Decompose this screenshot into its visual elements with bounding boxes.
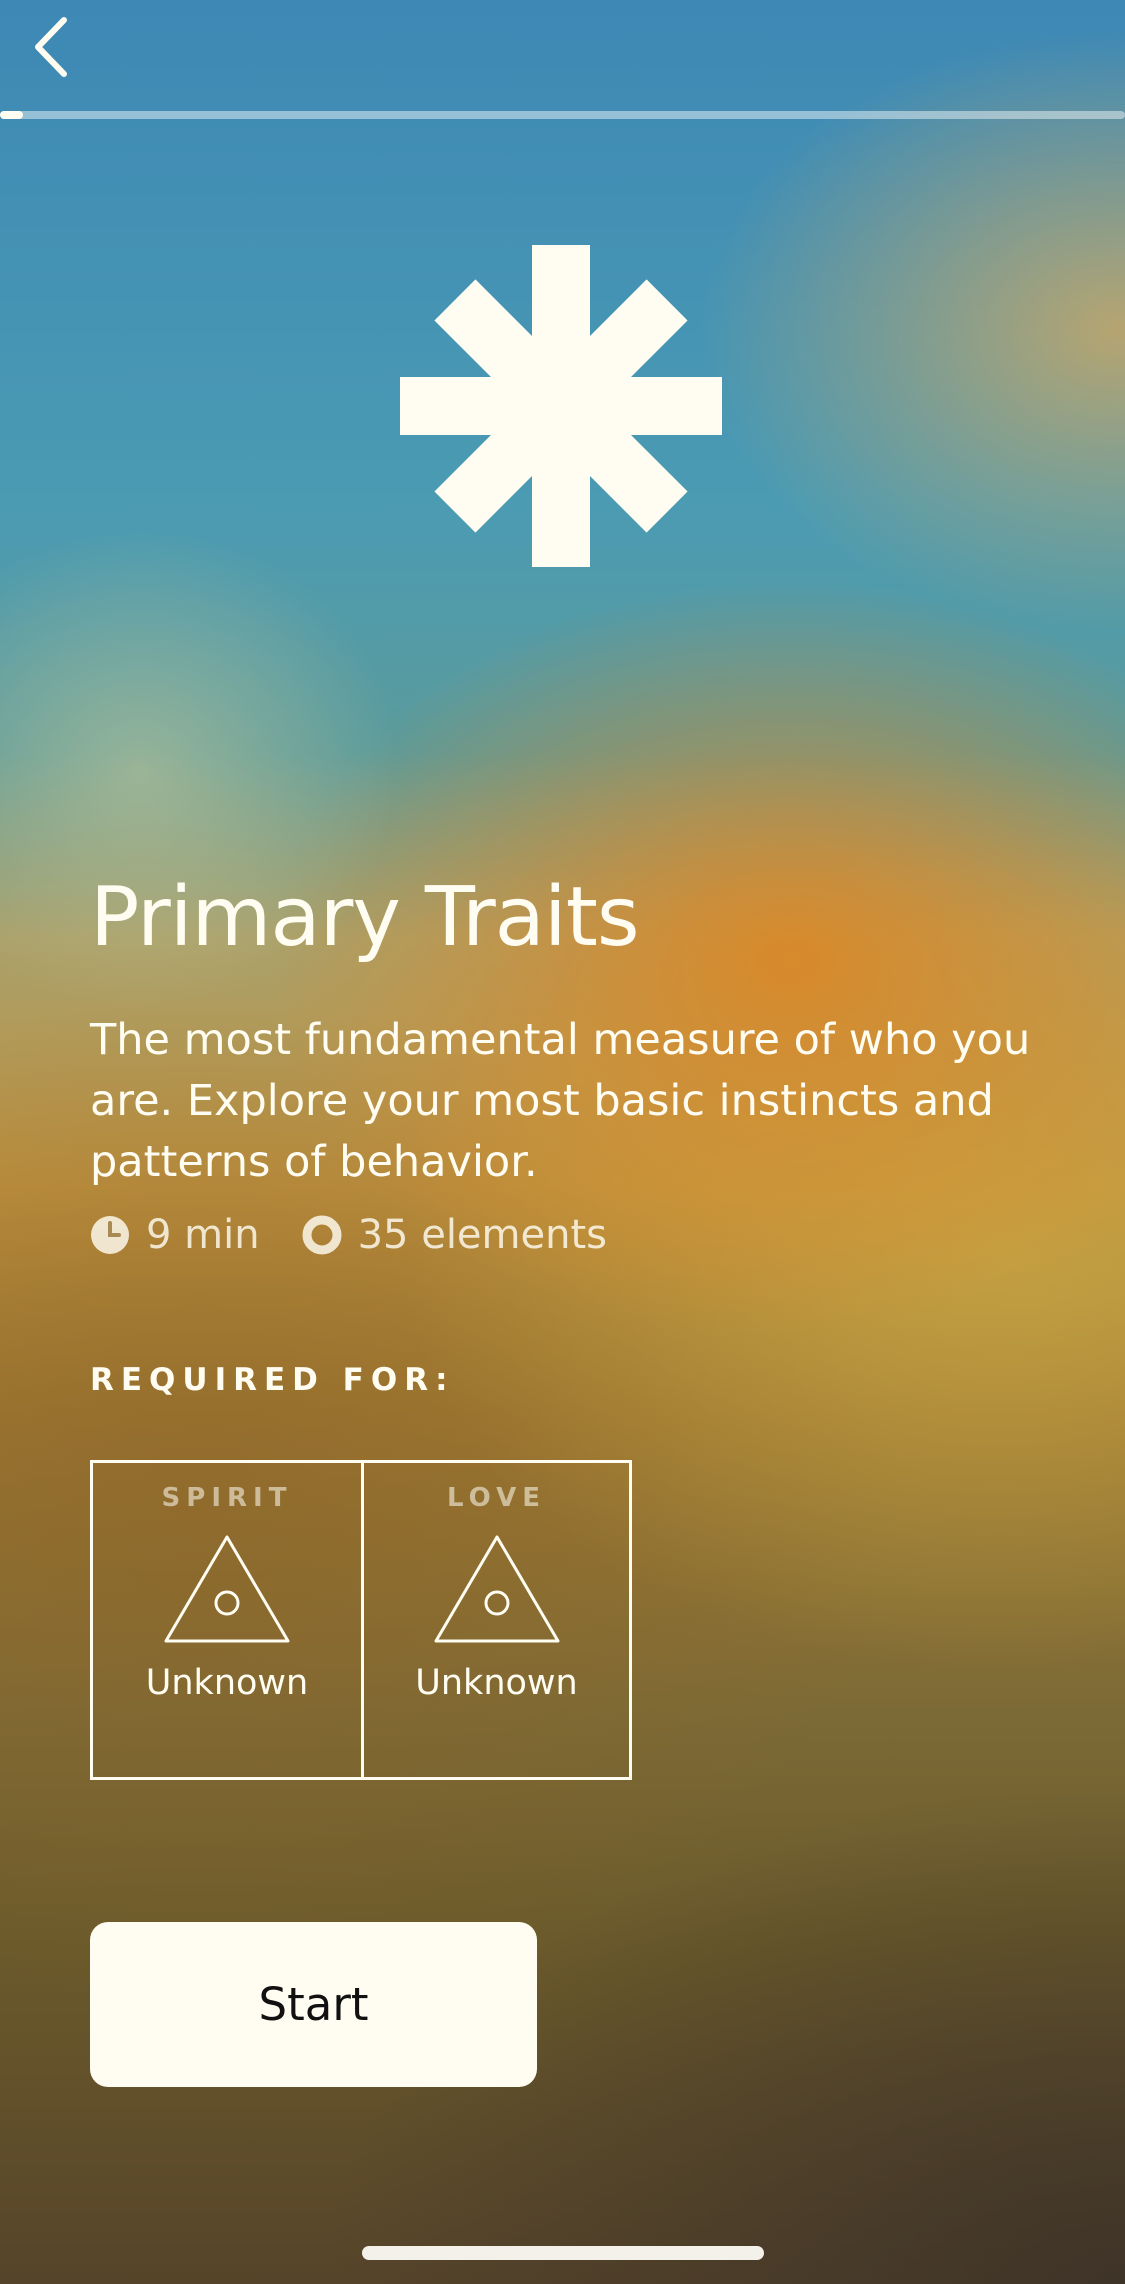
description: The most fundamental measure of who you …	[90, 1015, 1031, 1187]
duration-info: 9 min	[90, 1212, 260, 1258]
progress-fill	[0, 111, 23, 119]
triangle-circle-icon	[434, 1535, 559, 1643]
duration-text: 9 min	[146, 1212, 260, 1258]
required-for-grid: SPIRIT Unknown LOVE Unknown	[90, 1460, 632, 1780]
asterisk-icon	[400, 245, 722, 567]
required-card-value: Unknown	[415, 1663, 578, 1703]
required-card-label: LOVE	[447, 1483, 546, 1513]
required-card-value: Unknown	[145, 1663, 309, 1703]
meta-info: 9 min 35 elements	[90, 1212, 607, 1258]
chevron-left-icon	[35, 17, 67, 77]
ring-icon	[302, 1215, 342, 1255]
home-indicator[interactable]	[362, 2246, 764, 2260]
clock-icon	[91, 1216, 129, 1254]
required-card-spirit[interactable]: SPIRIT Unknown	[93, 1463, 361, 1777]
elements-text: 35 elements	[357, 1212, 607, 1258]
page-title: Primary Traits	[90, 870, 640, 965]
required-for-heading: REQUIRED FOR:	[90, 1362, 455, 1398]
required-card-love[interactable]: LOVE Unknown	[361, 1463, 629, 1777]
start-button[interactable]: Start	[90, 1922, 537, 2087]
back-button[interactable]	[20, 14, 80, 80]
progress-bar	[0, 111, 1125, 119]
triangle-circle-icon	[164, 1535, 290, 1643]
required-card-label: SPIRIT	[161, 1483, 293, 1513]
elements-info: 35 elements	[302, 1212, 607, 1258]
